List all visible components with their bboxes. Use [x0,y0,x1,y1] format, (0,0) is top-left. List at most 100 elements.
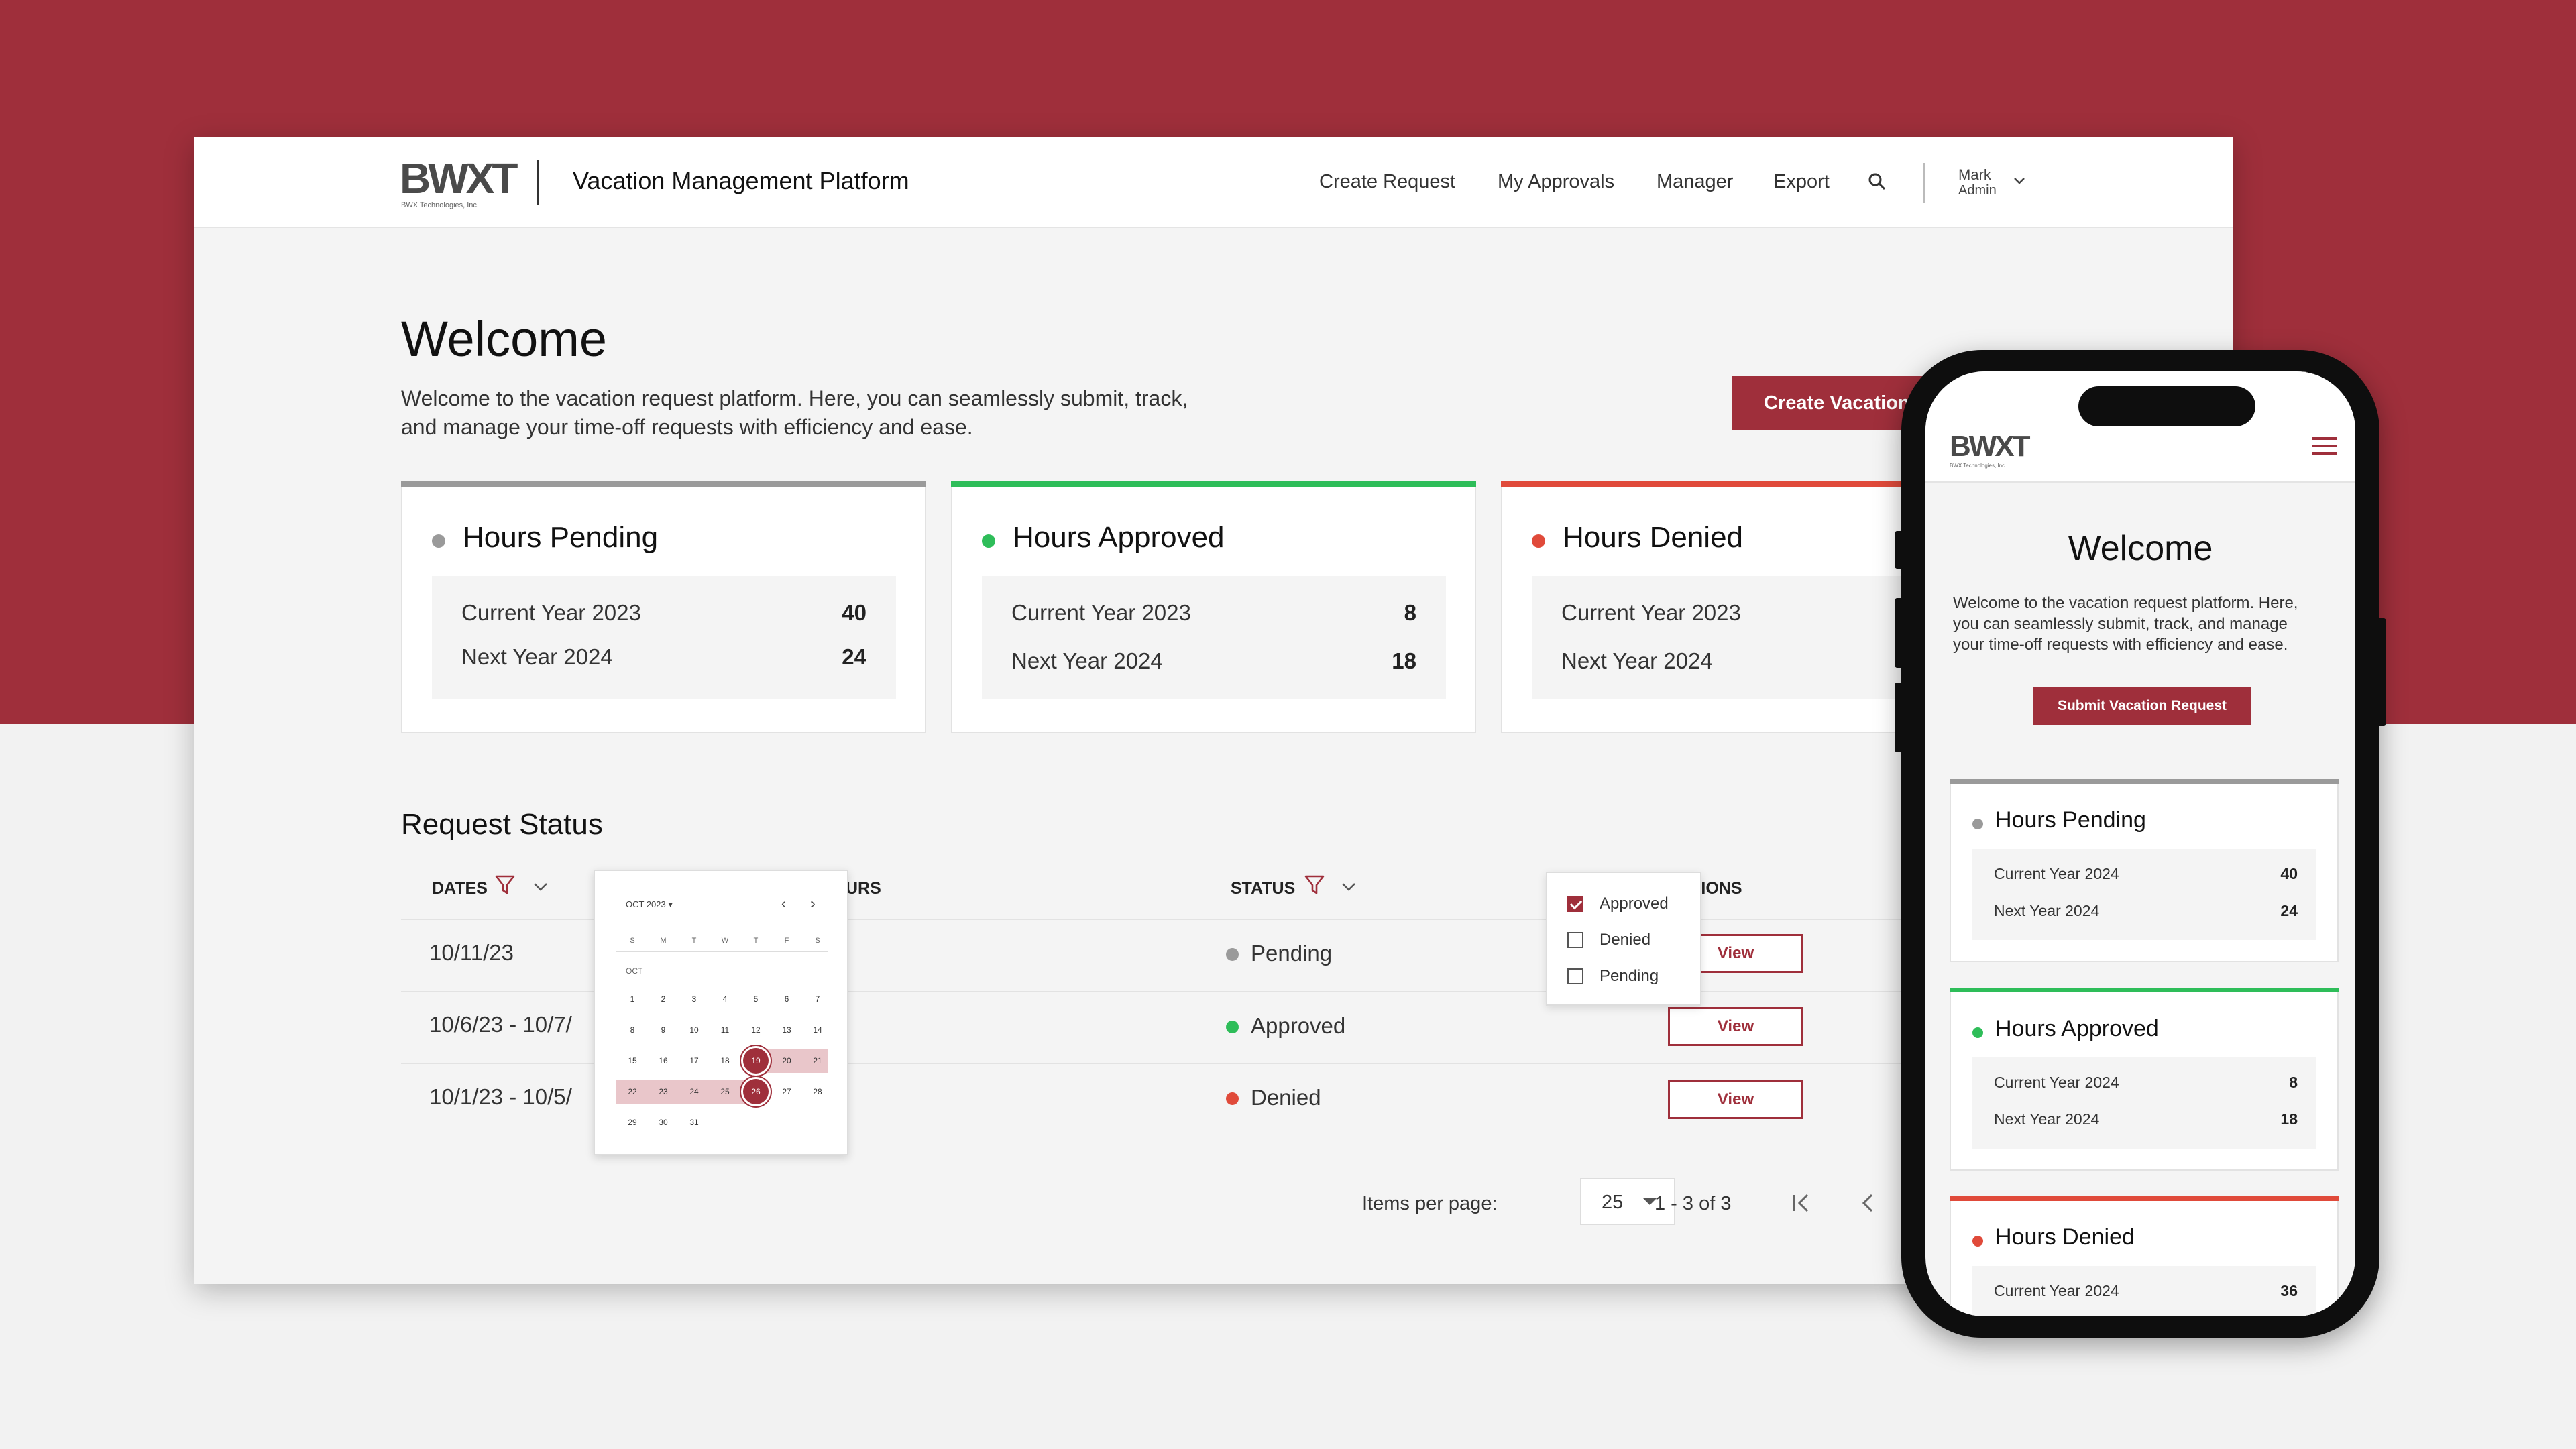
calendar-day[interactable]: 17 [681,1049,708,1073]
calendar-day[interactable]: 9 [650,1018,677,1042]
calendar-day[interactable]: 28 [804,1080,831,1104]
previous-page-icon[interactable] [1858,1190,1879,1216]
calendar-day[interactable]: 15 [619,1049,646,1073]
calendar-next-icon[interactable]: › [811,896,816,912]
calendar-day[interactable]: 23 [650,1080,677,1104]
calendar-day[interactable]: 4 [712,987,738,1011]
checkbox-denied[interactable] [1567,932,1583,948]
row-label: Current Year 2023 [1011,600,1191,625]
logo-subtitle: BWX Technologies, Inc. [1950,463,2007,469]
calendar-day[interactable]: 31 [681,1110,708,1135]
status-dot-pending [1226,948,1239,961]
checkbox-approved[interactable] [1567,896,1583,912]
calendar-day[interactable]: 27 [773,1080,800,1104]
column-header-dates[interactable]: DATES [432,879,488,899]
calendar-day[interactable]: 5 [742,987,769,1011]
filter-icon[interactable] [495,874,515,896]
calendar-day[interactable]: 2 [650,987,677,1011]
calendar-day[interactable]: 8 [619,1018,646,1042]
welcome-line-2: you can seamlessly submit, track, and ma… [1953,615,2288,633]
card-accent-bar [951,481,1476,487]
row-label: Current Year 2024 [1994,1282,2119,1299]
calendar-day[interactable]: 13 [773,1018,800,1042]
view-button[interactable]: View [1668,1007,1803,1046]
items-per-page-label: Items per page: [1362,1193,1498,1214]
user-name[interactable]: Mark [1958,166,1991,184]
row-value: 8 [2289,1074,2298,1091]
view-button[interactable]: View [1668,1080,1803,1119]
search-icon[interactable] [1868,172,1887,191]
card-accent-bar [1950,779,2339,784]
card-body: Current Year 2023 40 Next Year 2024 24 [432,576,896,699]
nav-create-request[interactable]: Create Request [1319,171,1455,193]
app-title: Vacation Management Platform [573,167,909,194]
calendar-prev-icon[interactable]: ‹ [781,896,786,912]
mobile-screen: BWXT BWX Technologies, Inc. Welcome Welc… [1925,371,2355,1316]
column-header-hours[interactable]: URS [846,879,881,899]
bwxt-logo[interactable]: BWXT BWX Technologies, Inc. [1950,430,2031,469]
calendar-day[interactable]: 11 [712,1018,738,1042]
card-body: Current Year 2024 40 Next Year 2024 24 [1972,849,2316,940]
submit-vacation-request-button[interactable]: Submit Vacation Request [2033,687,2251,725]
weekday-label: T [691,937,697,945]
mobile-card-hours-pending: Hours Pending Current Year 2024 40 Next … [1950,779,2339,962]
weekday-label: S [630,937,635,945]
nav-manager[interactable]: Manager [1657,171,1733,193]
header-divider-user [1923,163,1925,203]
calendar-day[interactable]: 16 [650,1049,677,1073]
first-page-icon[interactable] [1789,1190,1815,1216]
filter-icon[interactable] [1304,874,1325,896]
welcome-line-1: Welcome to the vacation request platform… [401,386,1188,410]
card-title: Hours Denied [1995,1224,2135,1250]
row-label: Next Year 2024 [1994,902,2100,919]
calendar-day[interactable]: 12 [742,1018,769,1042]
page-title: Welcome [401,311,608,367]
nav-my-approvals[interactable]: My Approvals [1498,171,1614,193]
table-row-status: Approved [1251,1013,1346,1038]
weekday-label: T [753,937,759,945]
row-label: Next Year 2024 [461,644,613,669]
checkbox-label: Pending [1600,967,1659,985]
card-accent-bar [401,481,926,487]
card-title: Hours Approved [1995,1016,2159,1041]
calendar-day[interactable]: 24 [681,1080,708,1104]
row-label: Current Year 2023 [461,600,641,625]
table-row-dates: 10/11/23 [429,940,514,965]
nav-export[interactable]: Export [1773,171,1830,193]
phone-side-button [1895,683,1904,752]
calendar-day-selected[interactable]: 19 [743,1048,769,1074]
calendar-month-select[interactable]: OCT 2023 ▾ [626,899,673,910]
calendar-day[interactable]: 3 [681,987,708,1011]
weekday-label: W [721,937,729,945]
welcome-description: Welcome to the vacation request platform… [401,384,1306,442]
calendar-day[interactable]: 22 [619,1080,646,1104]
chevron-down-icon[interactable] [2013,176,2026,186]
mobile-card-hours-approved: Hours Approved Current Year 2024 8 Next … [1950,988,2339,1171]
calendar-day[interactable]: 10 [681,1018,708,1042]
calendar-day[interactable]: 6 [773,987,800,1011]
calendar-day[interactable]: 21 [804,1049,831,1073]
card-title: Hours Denied [1563,521,1744,554]
checkbox-pending[interactable] [1567,968,1583,984]
row-label: Next Year 2024 [1011,648,1163,673]
row-value: 24 [2280,902,2298,919]
calendar-day[interactable]: 30 [650,1110,677,1135]
logo-mark: BWXT [1950,430,2031,463]
hamburger-menu-icon[interactable] [2312,437,2337,455]
date-range-calendar: OCT 2023 ▾ ‹ › S M T W T F S OCT 1234567… [594,870,848,1155]
chevron-down-icon[interactable] [533,882,549,892]
bwxt-logo[interactable]: BWXT BWX Technologies, Inc. [400,152,518,212]
row-value: 8 [1404,600,1416,625]
calendar-day-selected[interactable]: 26 [743,1079,769,1104]
calendar-day[interactable]: 25 [712,1080,738,1104]
mobile-page-title: Welcome [2068,529,2213,568]
calendar-day[interactable]: 29 [619,1110,646,1135]
column-header-status[interactable]: STATUS [1231,879,1295,899]
chevron-down-icon[interactable] [1341,882,1357,892]
calendar-day[interactable]: 7 [804,987,831,1011]
logo-subtitle: BWX Technologies, Inc. [401,201,479,209]
calendar-day[interactable]: 1 [619,987,646,1011]
calendar-day[interactable]: 14 [804,1018,831,1042]
calendar-day[interactable]: 18 [712,1049,738,1073]
calendar-day[interactable]: 20 [773,1049,800,1073]
